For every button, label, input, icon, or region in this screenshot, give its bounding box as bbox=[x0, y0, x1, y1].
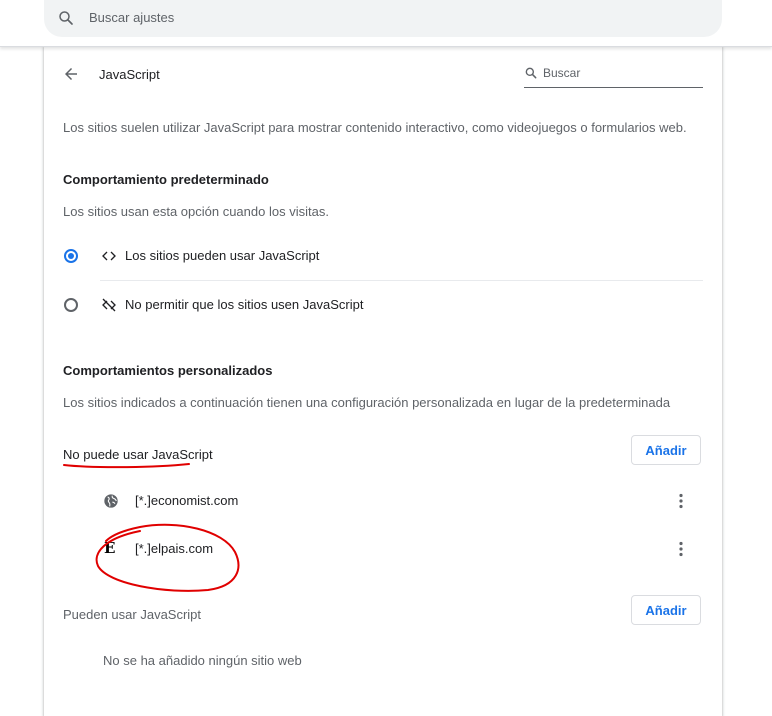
page-description: Los sitios suelen utilizar JavaScript pa… bbox=[63, 120, 687, 135]
search-icon bbox=[59, 11, 73, 25]
globe-icon bbox=[104, 494, 118, 508]
site-search-placeholder: Buscar bbox=[543, 66, 581, 80]
allowed-list-title: Pueden usar JavaScript bbox=[63, 607, 202, 622]
add-blocked-site-button[interactable]: Añadir bbox=[631, 435, 701, 465]
page-title: JavaScript bbox=[99, 67, 160, 82]
javascript-settings-card: JavaScript Buscar Los sitios suelen util… bbox=[44, 46, 722, 716]
radio-option-allow[interactable]: Los sitios pueden usar JavaScript bbox=[44, 234, 722, 278]
site-name-economist: [*.]economist.com bbox=[135, 493, 239, 508]
back-arrow-icon[interactable] bbox=[62, 65, 80, 83]
default-behavior-subtitle: Los sitios usan esta opción cuando los v… bbox=[63, 204, 329, 219]
settings-search-box[interactable]: Buscar ajustes bbox=[44, 0, 722, 37]
code-off-icon bbox=[102, 298, 116, 312]
more-actions-icon[interactable] bbox=[673, 493, 689, 509]
search-icon bbox=[525, 67, 537, 79]
radio-label-block: No permitir que los sitios usen JavaScri… bbox=[125, 297, 364, 312]
default-behavior-heading: Comportamiento predeterminado bbox=[63, 172, 269, 187]
site-row-economist: [*.]economist.com bbox=[44, 482, 722, 520]
custom-behavior-subtitle: Los sitios indicados a continuación tien… bbox=[63, 395, 671, 410]
custom-behavior-heading: Comportamientos personalizados bbox=[63, 363, 273, 378]
site-name-elpais: [*.]elpais.com bbox=[135, 541, 214, 556]
blocked-list-title: No puede usar JavaScript bbox=[63, 447, 213, 462]
more-actions-icon[interactable] bbox=[673, 541, 689, 557]
site-search-input[interactable]: Buscar bbox=[524, 63, 703, 88]
add-allowed-site-button[interactable]: Añadir bbox=[631, 595, 701, 625]
radio-button-allow[interactable] bbox=[64, 249, 78, 263]
radio-label-allow: Los sitios pueden usar JavaScript bbox=[125, 248, 320, 263]
top-bar: Buscar ajustes bbox=[0, 0, 772, 47]
settings-search-placeholder: Buscar ajustes bbox=[89, 10, 175, 25]
allowed-empty-text: No se ha añadido ningún sitio web bbox=[103, 653, 302, 668]
code-icon bbox=[102, 251, 116, 261]
option-divider bbox=[100, 280, 703, 281]
site-row-elpais: E [*.]elpais.com bbox=[44, 530, 722, 568]
radio-option-block[interactable]: No permitir que los sitios usen JavaScri… bbox=[44, 282, 722, 326]
radio-button-block[interactable] bbox=[64, 298, 78, 312]
elpais-favicon-icon: E bbox=[104, 539, 116, 557]
